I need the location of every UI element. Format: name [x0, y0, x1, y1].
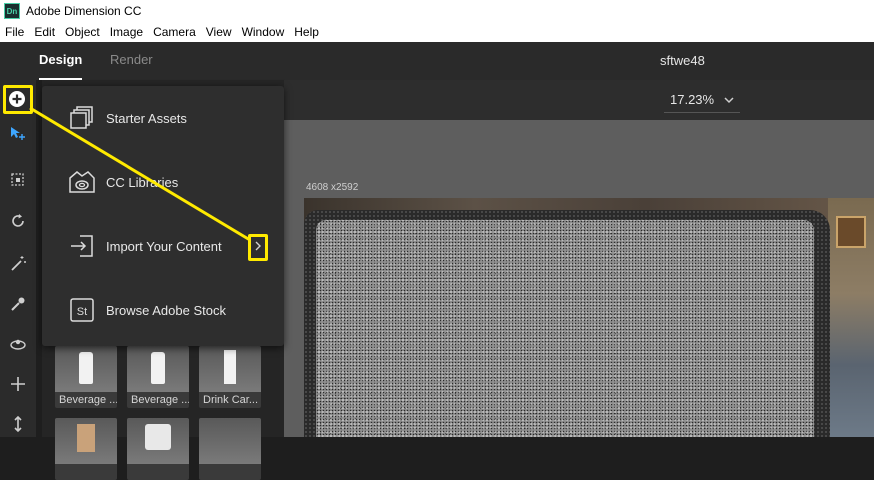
orbit-icon[interactable] — [6, 332, 30, 356]
zoom-underline — [664, 112, 740, 113]
menu-item-starter-assets[interactable]: Starter Assets — [42, 86, 284, 150]
monitor-screen — [316, 220, 814, 437]
menu-item-label: Browse Adobe Stock — [106, 302, 226, 318]
window-title: Adobe Dimension CC — [26, 4, 142, 18]
asset-thumbnail[interactable]: Beverage ... — [127, 346, 189, 408]
asset-thumbnail[interactable] — [199, 418, 261, 480]
svg-text:St: St — [77, 306, 87, 318]
chevron-down-icon[interactable] — [722, 93, 736, 107]
rotate-icon[interactable] — [6, 209, 30, 233]
canvas-size-label: 4608 x2592 — [306, 182, 359, 193]
menu-item-cc-libraries[interactable]: CC Libraries — [42, 150, 284, 214]
menu-item-label: CC Libraries — [106, 174, 179, 190]
canvas-image[interactable] — [304, 198, 874, 437]
dolly-icon[interactable] — [6, 412, 30, 436]
zoom-level[interactable]: 17.23% — [670, 80, 714, 120]
dimension-app-icon: Dn — [4, 3, 20, 19]
menu-item-label: Starter Assets — [106, 110, 187, 126]
menu-help[interactable]: Help — [289, 25, 324, 39]
menu-item-label: Import Your Content — [106, 238, 222, 254]
cc-libraries-icon — [69, 171, 95, 193]
transform-icon[interactable] — [6, 168, 30, 192]
asset-thumbnail[interactable] — [55, 418, 117, 480]
import-icon — [71, 235, 93, 257]
picture-frame — [836, 216, 866, 248]
zoom-bar: 17.23% — [284, 80, 874, 120]
add-content-menu: Starter Assets CC Libraries Import Your … — [42, 86, 284, 346]
bottle-image — [79, 352, 93, 384]
carton-image — [224, 350, 236, 384]
bag-image — [77, 424, 95, 452]
workspace-header: Design Render sftwe48 — [0, 42, 874, 80]
left-toolbar — [0, 80, 36, 437]
pouch-image — [145, 424, 171, 450]
bottle-image — [151, 352, 165, 384]
asset-thumbnail[interactable]: Drink Car... — [199, 346, 261, 408]
pan-icon[interactable] — [6, 372, 30, 396]
asset-thumbnail[interactable] — [127, 418, 189, 480]
menu-file[interactable]: File — [0, 25, 29, 39]
menu-image[interactable]: Image — [105, 25, 148, 39]
asset-label: Drink Car... — [203, 394, 259, 406]
menu-item-adobe-stock[interactable]: St Browse Adobe Stock — [42, 278, 284, 342]
title-bar: Dn Adobe Dimension CC — [0, 0, 874, 22]
menu-edit[interactable]: Edit — [29, 25, 60, 39]
highlight-box-submenu-arrow — [248, 234, 268, 261]
background-photo — [828, 198, 874, 437]
magic-wand-icon[interactable] — [6, 252, 30, 276]
select-icon[interactable] — [6, 122, 30, 146]
canvas-area[interactable]: 4608 x2592 — [284, 120, 874, 437]
menu-bar: File Edit Object Image Camera View Windo… — [0, 22, 874, 42]
monitor-model[interactable] — [304, 210, 830, 437]
adobe-stock-icon: St — [70, 298, 94, 322]
highlight-box-add-button — [3, 85, 33, 114]
tab-render[interactable]: Render — [110, 42, 153, 80]
eyedropper-icon[interactable] — [6, 292, 30, 316]
tab-design[interactable]: Design — [39, 42, 83, 80]
asset-label: Beverage ... — [59, 394, 117, 406]
menu-object[interactable]: Object — [60, 25, 105, 39]
asset-label: Beverage ... — [131, 394, 189, 406]
asset-thumbnail[interactable]: Beverage ... — [55, 346, 117, 408]
starter-assets-icon — [70, 106, 93, 129]
menu-window[interactable]: Window — [237, 25, 290, 39]
document-title: sftwe48 — [660, 53, 705, 68]
menu-camera[interactable]: Camera — [148, 25, 201, 39]
menu-view[interactable]: View — [201, 25, 237, 39]
